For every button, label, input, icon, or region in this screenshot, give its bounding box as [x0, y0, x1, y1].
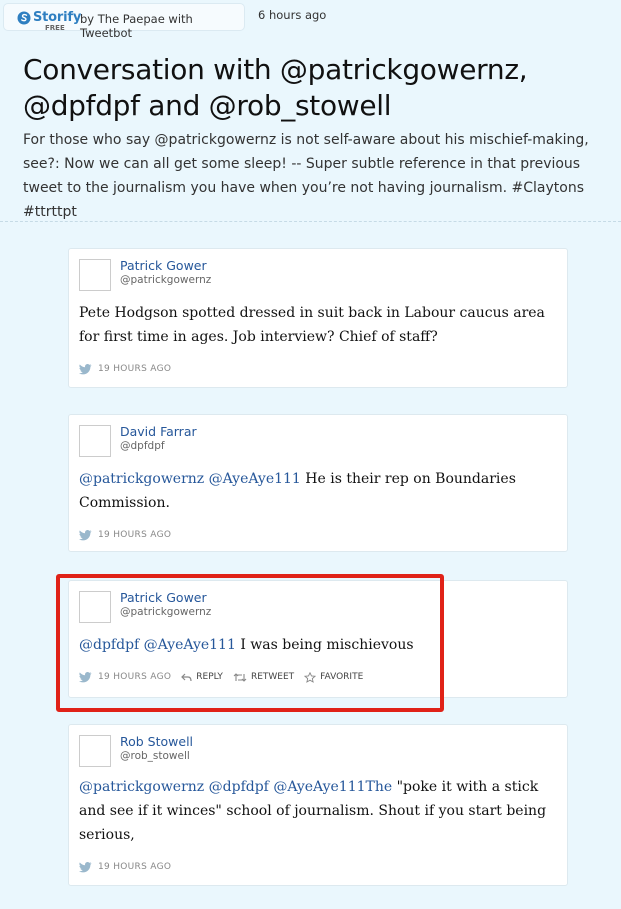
highlight-box: [56, 574, 444, 712]
story-timestamp: 6 hours ago: [258, 8, 327, 22]
tweet-text-body: Pete Hodgson spotted dressed in suit bac…: [79, 305, 545, 345]
divider: [0, 221, 621, 222]
tweet-author-handle[interactable]: @patrickgowernz: [120, 274, 211, 286]
avatar[interactable]: [79, 425, 111, 457]
mention-link[interactable]: @patrickgowernz: [79, 471, 204, 487]
mention-link[interactable]: @AyeAye111The: [273, 779, 392, 795]
tweet-author-handle[interactable]: @dpfdpf: [120, 440, 165, 452]
top-bar: Storify FREE by The Paepae with Tweetbot…: [0, 0, 621, 40]
tweet-meta: 19 HOURS AGO: [79, 362, 171, 376]
tweet-time[interactable]: 19 HOURS AGO: [98, 862, 171, 872]
tweet-text: Pete Hodgson spotted dressed in suit bac…: [79, 301, 549, 349]
tweet-author-name[interactable]: Patrick Gower: [120, 258, 207, 273]
tweet-author-name[interactable]: David Farrar: [120, 424, 197, 439]
story-description: For those who say @patrickgowernz is not…: [23, 132, 589, 220]
tweet-text: @patrickgowernz @AyeAye111 He is their r…: [79, 467, 549, 515]
tweet-text: @patrickgowernz @dpfdpf @AyeAye111The "p…: [79, 775, 549, 847]
mention-link[interactable]: @dpfdpf: [209, 779, 269, 795]
twitter-bird-icon: [79, 861, 92, 872]
tweet-meta: 19 HOURS AGO: [79, 528, 171, 542]
tweet-meta: 19 HOURS AGO: [79, 860, 171, 874]
storify-logo-icon: [17, 11, 31, 25]
page-title: Conversation with @patrickgowernz, @dpfd…: [23, 53, 528, 122]
avatar[interactable]: [79, 735, 111, 767]
tweet-card: David Farrar @dpfdpf @patrickgowernz @Ay…: [68, 414, 568, 552]
brand-pill[interactable]: Storify FREE by The Paepae with Tweetbot: [4, 4, 244, 40]
tweet-author-handle[interactable]: @rob_stowell: [120, 750, 190, 762]
tweet-author-name[interactable]: Rob Stowell: [120, 734, 193, 749]
brand-name[interactable]: Storify: [33, 10, 81, 25]
brand-badge: FREE: [45, 24, 65, 32]
mention-link[interactable]: @AyeAye111: [209, 471, 301, 487]
mention-link[interactable]: @patrickgowernz: [79, 779, 204, 795]
avatar[interactable]: [79, 259, 111, 291]
tweet-time[interactable]: 19 HOURS AGO: [98, 364, 171, 374]
twitter-bird-icon: [79, 529, 92, 540]
byline: by The Paepae with Tweetbot: [80, 12, 193, 40]
tweet-card: Patrick Gower @patrickgowernz Pete Hodgs…: [68, 248, 568, 388]
tweet-card: Rob Stowell @rob_stowell @patrickgowernz…: [68, 724, 568, 886]
tweet-time[interactable]: 19 HOURS AGO: [98, 530, 171, 540]
twitter-bird-icon: [79, 363, 92, 374]
